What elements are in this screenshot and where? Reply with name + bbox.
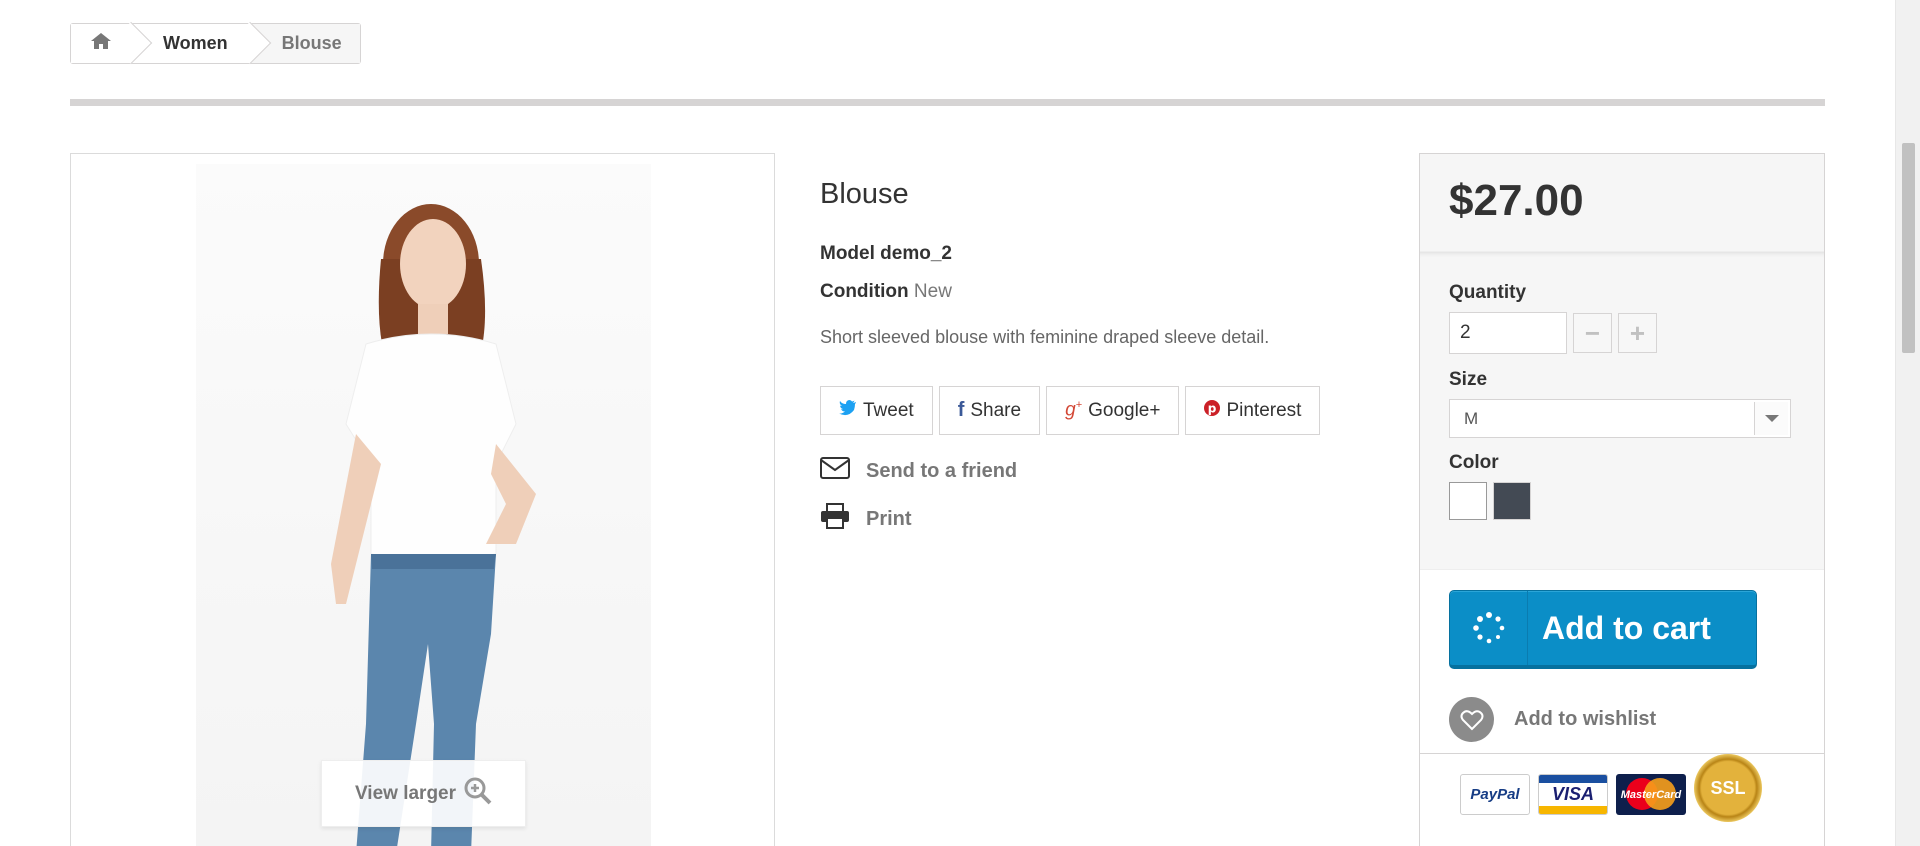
buy-box: $27.00 Quantity 2 − + Size M Color Add t… <box>1419 153 1825 846</box>
add-to-cart-label: Add to cart <box>1542 609 1711 646</box>
google-plus-icon: g+ <box>1065 399 1083 421</box>
size-value: M <box>1464 408 1479 428</box>
svg-text:p: p <box>1208 401 1217 415</box>
paypal-logo: PayPal <box>1460 774 1530 815</box>
pinterest-button[interactable]: p Pinterest <box>1185 386 1321 435</box>
color-swatch-white[interactable] <box>1449 482 1487 520</box>
color-swatches <box>1449 482 1795 520</box>
pinterest-label: Pinterest <box>1226 399 1302 421</box>
home-icon <box>90 31 112 56</box>
product-model: Model demo_2 <box>820 243 1360 265</box>
heart-icon <box>1449 697 1494 742</box>
pinterest-icon: p <box>1204 399 1221 422</box>
quantity-decrease-button[interactable]: − <box>1573 313 1612 353</box>
quantity-row: 2 − + <box>1449 312 1795 354</box>
view-larger-label: View larger <box>354 782 457 804</box>
google-label: Google+ <box>1088 399 1161 421</box>
product-image-box[interactable]: View larger <box>70 153 775 846</box>
envelope-icon <box>820 457 850 485</box>
divider <box>70 99 1825 106</box>
add-to-wishlist-label: Add to wishlist <box>1514 708 1657 730</box>
add-to-wishlist-link[interactable]: Add to wishlist <box>1449 697 1795 742</box>
color-swatch-dark[interactable] <box>1493 482 1531 520</box>
ssl-label: SSL <box>1710 777 1746 798</box>
breadcrumb-label: Women <box>163 33 228 53</box>
price-area: $27.00 <box>1420 154 1824 252</box>
send-to-friend-link[interactable]: Send to a friend <box>820 457 1360 485</box>
model-value: demo_2 <box>880 243 952 264</box>
color-label: Color <box>1449 452 1499 473</box>
twitter-icon <box>839 399 857 422</box>
add-to-cart-button[interactable]: Add to cart <box>1449 590 1757 669</box>
facebook-icon: f <box>957 399 965 421</box>
condition-value: New <box>913 281 952 302</box>
quantity-label: Quantity <box>1449 282 1527 303</box>
product-price: $27.00 <box>1449 176 1584 225</box>
tweet-label: Tweet <box>863 399 914 421</box>
google-plus-button[interactable]: g+ Google+ <box>1046 386 1180 435</box>
model-label: Model <box>820 243 875 264</box>
product-photo[interactable] <box>196 164 651 846</box>
print-label: Print <box>866 507 912 530</box>
quantity-input[interactable]: 2 <box>1449 312 1567 354</box>
minus-icon: − <box>1584 317 1601 348</box>
ssl-badge: SSL <box>1694 754 1762 822</box>
scrollbar-thumb[interactable] <box>1902 143 1915 353</box>
plus-icon: + <box>1629 317 1646 348</box>
size-label: Size <box>1449 369 1488 390</box>
view-larger-button[interactable]: View larger <box>321 760 526 827</box>
breadcrumb-label: Blouse <box>281 33 342 53</box>
condition-label: Condition <box>820 281 909 302</box>
visa-logo: VISA <box>1538 774 1608 815</box>
zoom-in-icon <box>464 777 492 811</box>
mastercard-logo: MasterCard <box>1616 774 1686 815</box>
quantity-increase-button[interactable]: + <box>1618 313 1657 353</box>
breadcrumb: Women Blouse <box>70 21 361 65</box>
visa-label: VISA <box>1551 784 1594 804</box>
tweet-button[interactable]: Tweet <box>820 386 933 435</box>
page-scrollbar[interactable] <box>1895 0 1920 846</box>
product-attributes: Quantity 2 − + Size M Color <box>1420 252 1824 569</box>
facebook-share-button[interactable]: f Share <box>938 386 1041 435</box>
social-share-buttons: Tweet f Share g+ Google+ p Pinterest <box>820 386 1360 435</box>
product-info: Blouse Model demo_2 Condition New Short … <box>820 178 1360 553</box>
product-condition: Condition New <box>820 281 1360 303</box>
share-label: Share <box>970 399 1022 421</box>
product-description: Short sleeved blouse with feminine drape… <box>820 327 1270 347</box>
mastercard-label: MasterCard <box>1620 788 1682 801</box>
loading-spinner-icon <box>1450 591 1528 665</box>
print-link[interactable]: Print <box>820 503 1360 535</box>
payment-logos: PayPal VISA MasterCard SSL <box>1420 753 1824 846</box>
print-icon <box>820 503 850 535</box>
product-title: Blouse <box>820 178 909 210</box>
breadcrumb-home[interactable] <box>71 21 153 65</box>
send-to-friend-label: Send to a friend <box>866 459 1018 482</box>
chevron-down-icon <box>1754 402 1788 435</box>
size-select[interactable]: M <box>1449 399 1791 438</box>
